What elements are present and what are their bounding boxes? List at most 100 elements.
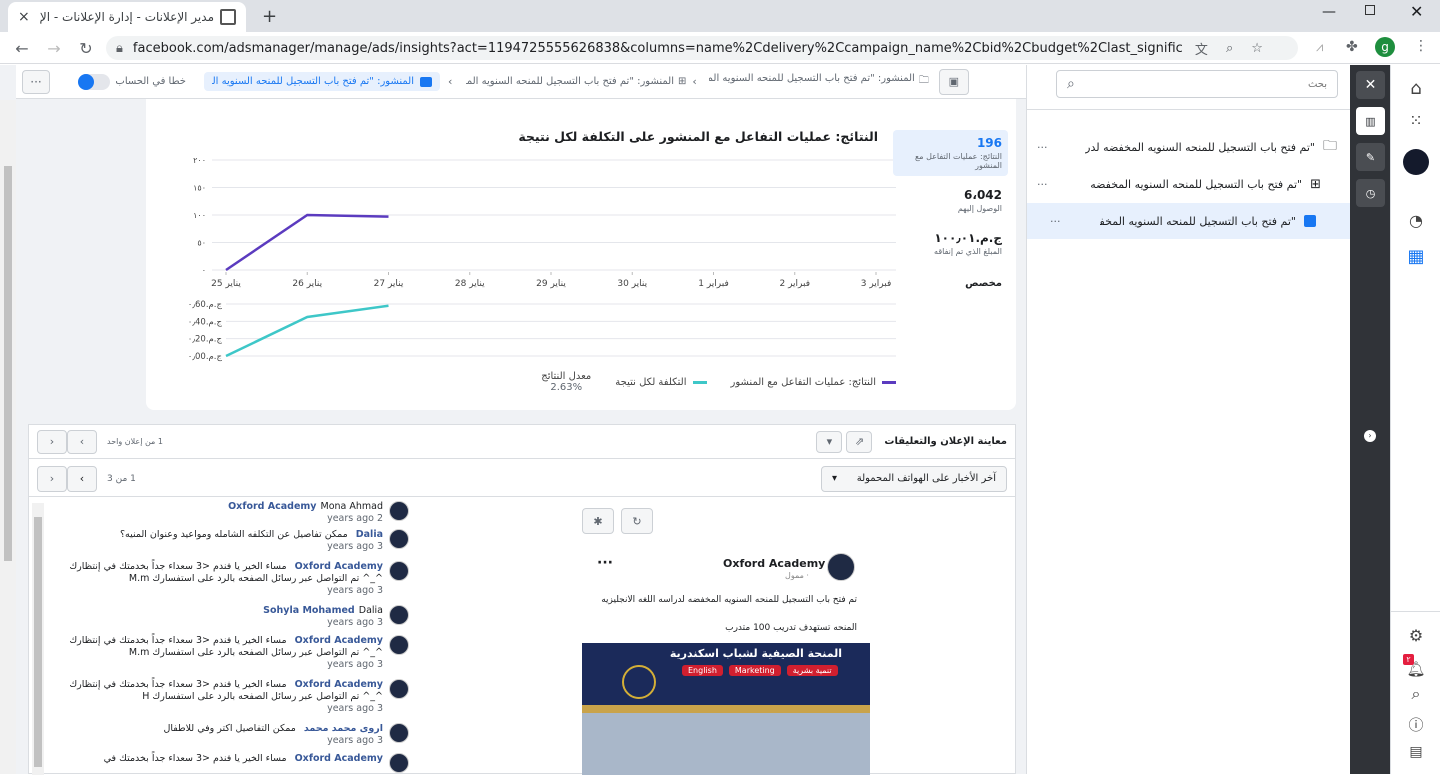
dropdown-button[interactable]: ▾ xyxy=(816,430,843,453)
caret-down-icon: ▾ xyxy=(832,473,838,484)
legend-rate: معدل النتائج 2.63% xyxy=(541,371,592,393)
breadcrumb-bar: ··· خطأ في الحساب المنشور: "تم فتح باب ا… xyxy=(16,65,1026,99)
prev-ad-button[interactable]: › xyxy=(67,429,97,454)
search-icon[interactable]: ⌕ xyxy=(1403,681,1429,707)
more-icon[interactable]: ··· xyxy=(1037,141,1048,154)
refresh-preview-button[interactable]: ↻ xyxy=(621,508,653,534)
reload-button[interactable]: ↻ xyxy=(74,36,98,60)
commenter-avatar[interactable] xyxy=(389,561,409,581)
commenter-name[interactable]: Sohyla Mohamed xyxy=(263,605,355,616)
zoom-icon[interactable]: ⌕ xyxy=(1226,41,1233,56)
browser-tab[interactable]: × مدير الإعلانات - إدارة الإعلانات - الإ xyxy=(8,2,246,32)
ad-count: 1 من إعلان واحد xyxy=(107,437,163,446)
stat-reach[interactable]: 6،042 الوصول إليهم xyxy=(893,182,1008,219)
commenter-avatar[interactable] xyxy=(389,501,409,521)
commenter-name[interactable]: Oxford Academy xyxy=(295,753,383,764)
error-toggle[interactable] xyxy=(78,73,110,90)
left-scrollbar[interactable] xyxy=(0,100,16,774)
commenter-avatar[interactable] xyxy=(389,605,409,625)
star-icon[interactable]: ☆ xyxy=(1251,41,1263,56)
panel-toggle-button[interactable]: ▣ xyxy=(938,68,969,95)
translate-icon[interactable]: 文 xyxy=(1195,39,1208,58)
commenter-name[interactable]: اروى محمد محمد xyxy=(304,723,383,734)
commenter-name[interactable]: Oxford Academy xyxy=(228,501,316,512)
search-input[interactable] xyxy=(1074,78,1327,90)
comments-scrollbar[interactable] xyxy=(32,503,44,775)
commenter-avatar[interactable] xyxy=(389,753,409,773)
more-icon[interactable]: ··· xyxy=(1037,178,1048,191)
pager-text: 1 من 3 xyxy=(107,473,136,484)
y-tick-label: ج.م.٠٫00 xyxy=(188,352,223,362)
report-icon[interactable]: ▤ xyxy=(1403,739,1429,765)
breadcrumb-adset[interactable]: ⊞ المنشور: "تم فتح باب التسجيل للمنحه ال… xyxy=(466,76,686,87)
account-avatar[interactable] xyxy=(1403,149,1429,175)
edit-icon[interactable]: ✎ xyxy=(1356,143,1385,171)
ad-creative-image[interactable]: المنحة الصيفية لشباب اسكندرية English Ma… xyxy=(582,643,870,775)
comment-time: 3 years ago xyxy=(327,617,383,628)
settings-icon[interactable]: ⚙ xyxy=(1403,622,1429,648)
pager-prev-button[interactable]: ‹ xyxy=(37,465,67,492)
tree-item-adset[interactable]: ⊞ "تم فتح باب التسجيل للمنحه السنويه الم… xyxy=(1037,166,1337,202)
comment-time: 3 years ago xyxy=(327,659,383,670)
bug-report-button[interactable]: ✱ xyxy=(582,508,614,534)
tab-close-icon[interactable]: × xyxy=(18,9,30,25)
chart-legend: النتائج: عمليات التفاعل مع المنشور التكل… xyxy=(336,371,896,393)
maximize-button[interactable] xyxy=(1365,5,1375,15)
browser-menu-icon[interactable]: ⋮ xyxy=(1414,38,1428,54)
y-tick-label: ج.م.٠٫40 xyxy=(188,317,223,327)
x-tick-label: 28 يناير xyxy=(455,279,485,289)
next-ad-button[interactable]: ‹ xyxy=(37,429,67,454)
y-tick-label: ج.م.٠٫20 xyxy=(188,335,223,345)
comment-mention: Dalia xyxy=(358,605,383,616)
commenter-avatar[interactable] xyxy=(389,679,409,699)
extension-icon[interactable]: ⩘ xyxy=(1316,40,1323,55)
commenter-name[interactable]: Dalia xyxy=(356,529,383,540)
tree-item-campaign[interactable]: 🗀 "تم فتح باب التسجيل للمنحه السنويه الم… xyxy=(1037,129,1337,165)
dashboard-icon[interactable]: ◔ xyxy=(1403,207,1429,233)
back-button[interactable]: ← xyxy=(10,36,34,60)
close-window-button[interactable]: ✕ xyxy=(1410,2,1423,21)
address-bar[interactable]: 🔒︎ facebook.com/adsmanager/manage/ads/in… xyxy=(106,36,1298,60)
icon-rail: ⌂ ⁙ ◔ ▦ ⚙ 🔔︎ ٢ ⌕ ⓘ ▤ xyxy=(1390,65,1440,774)
history-icon[interactable]: ◷ xyxy=(1356,179,1385,207)
share-button[interactable]: ⇗ xyxy=(846,430,873,453)
help-icon[interactable]: ⓘ xyxy=(1403,711,1429,737)
commenter-name[interactable]: Oxford Academy xyxy=(295,635,383,646)
pager-next-button[interactable]: › xyxy=(67,465,97,492)
breadcrumb-campaign[interactable]: 🗀 المنشور: "تم فتح باب التسجيل للمنحه ال… xyxy=(709,73,929,90)
home-icon[interactable]: ⌂ xyxy=(1403,75,1429,101)
breadcrumb-ad[interactable]: المنشور: "تم فتح باب التسجيل للمنحه السن… xyxy=(204,72,440,91)
tree-item-ad[interactable]: "تم فتح باب التسجيل للمنحه السنويه المخف… xyxy=(1027,203,1350,239)
commenter-avatar[interactable] xyxy=(389,723,409,743)
placement-select[interactable]: آخر الأخبار على الهواتف المحمولة ▾ xyxy=(821,465,1007,492)
more-icon[interactable]: ··· xyxy=(1050,215,1061,228)
profile-avatar[interactable]: g xyxy=(1375,37,1395,57)
results-line-chart[interactable]: ٢٠٠ ١٥٠ ١٠٠ ٥٠ ٠ 25 يناير 26 يناير 27 يناير 28 ي… xyxy=(176,154,896,399)
puzzle-icon[interactable]: ✤ xyxy=(1346,39,1358,55)
chart-icon[interactable]: ▥ xyxy=(1356,107,1385,135)
new-tab-button[interactable]: + xyxy=(262,6,277,27)
comment-item: Oxford Academyمساء الخير يا فندم <3 سعدا… xyxy=(47,679,409,715)
ads-table-icon[interactable]: ▦ xyxy=(1403,243,1429,269)
notifications-icon[interactable]: 🔔︎ ٢ xyxy=(1403,654,1429,682)
x-tick-label: 29 يناير xyxy=(536,279,566,289)
stat-results[interactable]: 196 النتائج: عمليات التفاعل مع المنشور xyxy=(893,130,1008,176)
collapse-chevron-icon[interactable]: › xyxy=(1364,430,1376,442)
post-more-icon[interactable]: ··· xyxy=(597,555,613,571)
commenter-avatar[interactable] xyxy=(389,529,409,549)
close-panel-button[interactable]: ✕ xyxy=(1356,71,1385,99)
comment-time: 3 years ago xyxy=(327,735,383,746)
stat-spent[interactable]: ج.م.١٠٠٫٠١ المبلغ الذي تم إنفاقه xyxy=(893,225,1008,262)
preview-header: معاينة الإعلان والتعليقات ⇗ ▾ 1 من إعلان… xyxy=(29,425,1015,459)
minimize-button[interactable]: — xyxy=(1322,4,1336,20)
commenter-avatar[interactable] xyxy=(389,635,409,655)
commenter-name[interactable]: Oxford Academy xyxy=(295,679,383,690)
comment-item: Oxford Academyمساء الخير يا فندم <3 سعدا… xyxy=(47,635,409,671)
apps-grid-icon[interactable]: ⁙ xyxy=(1403,107,1429,133)
stat-custom[interactable]: مخصص xyxy=(893,272,1008,295)
more-options-button[interactable]: ··· xyxy=(22,69,50,94)
forward-button[interactable]: → xyxy=(42,36,66,60)
x-tick-label: 1 فبراير xyxy=(698,279,729,289)
commenter-name[interactable]: Oxford Academy xyxy=(295,561,383,572)
search-box[interactable]: ⌕ xyxy=(1056,70,1338,98)
